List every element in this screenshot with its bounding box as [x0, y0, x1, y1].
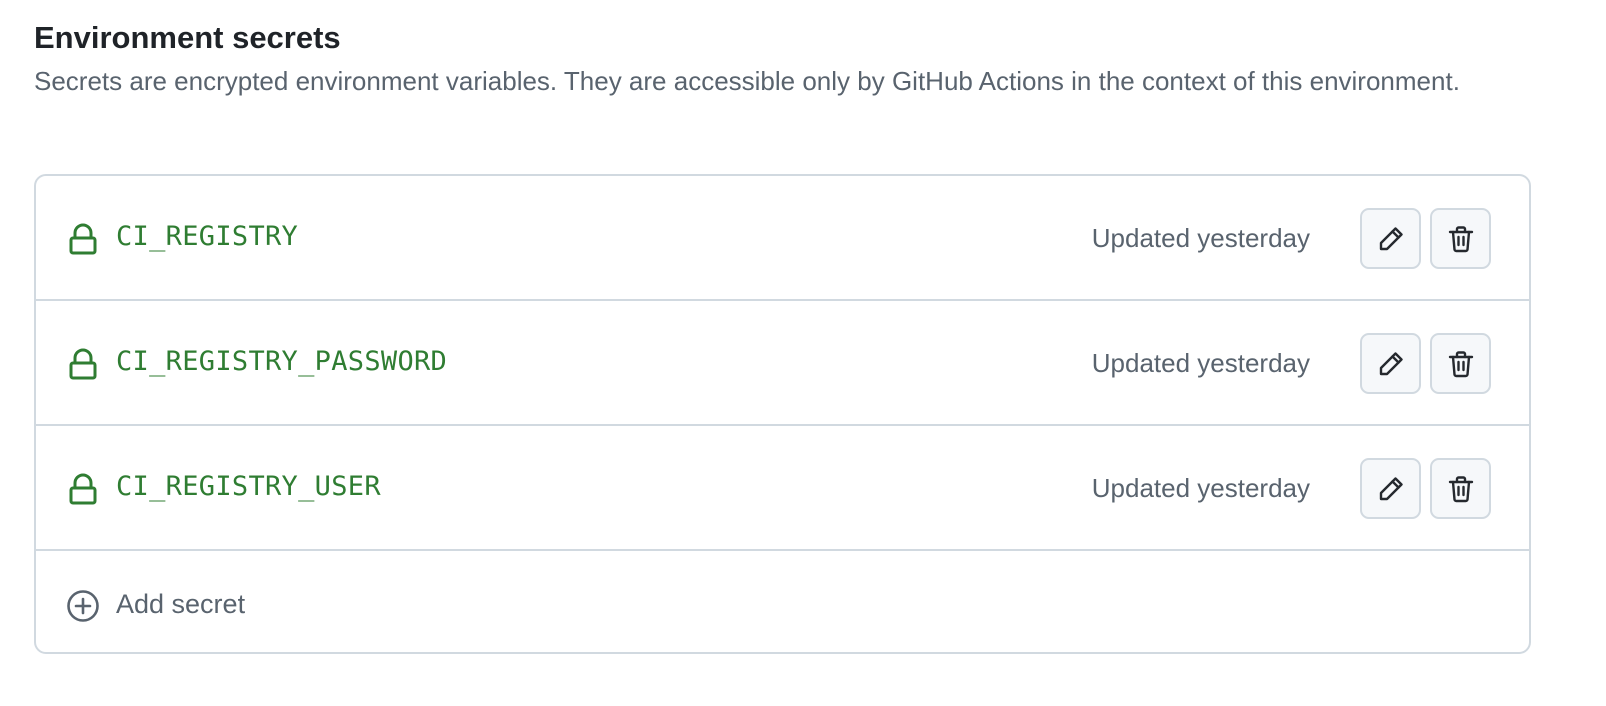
secret-name: CI_REGISTRY_PASSWORD	[116, 346, 448, 377]
pencil-icon	[1379, 476, 1403, 500]
add-secret-button[interactable]: Add secret	[36, 551, 1529, 652]
pencil-icon	[1379, 226, 1403, 250]
delete-secret-button[interactable]	[1430, 208, 1491, 269]
edit-secret-button[interactable]	[1360, 458, 1421, 519]
secret-row: CI_REGISTRY_PASSWORD Updated yesterday	[36, 301, 1529, 426]
delete-secret-button[interactable]	[1430, 333, 1491, 394]
secret-name: CI_REGISTRY_USER	[116, 471, 381, 502]
secret-row: CI_REGISTRY Updated yesterday	[36, 176, 1529, 301]
updated-timestamp: Updated yesterday	[1091, 223, 1310, 253]
environment-secrets-page: Environment secrets Secrets are encrypte…	[0, 0, 1606, 706]
trash-icon	[1448, 225, 1473, 252]
section-description: Secrets are encrypted environment variab…	[34, 66, 1460, 96]
edit-secret-button[interactable]	[1360, 333, 1421, 394]
delete-secret-button[interactable]	[1430, 458, 1491, 519]
secrets-list: CI_REGISTRY Updated yesterday CI_REGISTR…	[34, 174, 1531, 654]
updated-timestamp: Updated yesterday	[1091, 348, 1310, 378]
secret-row: CI_REGISTRY_USER Updated yesterday	[36, 426, 1529, 551]
lock-icon	[68, 348, 98, 380]
plus-circle-icon	[66, 589, 100, 623]
lock-icon	[68, 223, 98, 255]
trash-icon	[1448, 475, 1473, 502]
add-secret-label: Add secret	[116, 589, 246, 619]
secret-name: CI_REGISTRY	[116, 221, 299, 252]
section-title: Environment secrets	[34, 20, 341, 55]
lock-icon	[68, 473, 98, 505]
trash-icon	[1448, 350, 1473, 377]
updated-timestamp: Updated yesterday	[1091, 473, 1310, 503]
edit-secret-button[interactable]	[1360, 208, 1421, 269]
pencil-icon	[1379, 351, 1403, 375]
